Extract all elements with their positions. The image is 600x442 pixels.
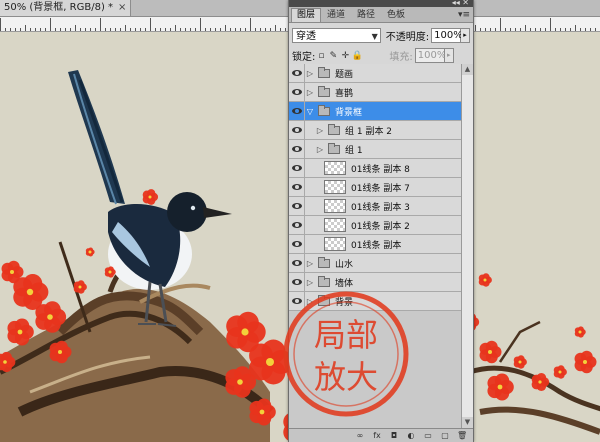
visibility-eye-icon[interactable] [289, 159, 305, 177]
layer-name: 01线条 副本 2 [351, 221, 410, 232]
layer-row[interactable]: ▷ 题画 [289, 64, 461, 83]
blend-opacity-row: 穿透 ▼ 不透明度: 100% ▸ [289, 25, 473, 45]
opacity-input[interactable]: 100% [431, 27, 463, 43]
stamp-seal-graphic: 局部 放大 [283, 291, 409, 417]
expand-triangle-icon[interactable]: ▷ [305, 69, 315, 78]
layer-name: 01线条 副本 3 [351, 202, 410, 213]
layer-row[interactable]: 01线条 副本 8 [289, 159, 461, 178]
trash-icon[interactable]: 🗑 [457, 431, 467, 440]
lock-paint-icon[interactable]: ✎ [327, 51, 339, 61]
layer-name: 背景框 [335, 107, 363, 118]
document-tab[interactable]: 50% (背景框, RGB/8) * × [0, 0, 132, 16]
fill-label: 填充: [389, 51, 413, 63]
layers-scrollbar[interactable]: ▲ ▼ [461, 64, 473, 428]
mask-icon[interactable]: ◘ [389, 431, 399, 440]
expand-triangle-icon[interactable]: ▷ [315, 126, 325, 135]
layer-row[interactable]: 01线条 副本 7 [289, 178, 461, 197]
blend-mode-value: 穿透 [296, 30, 316, 42]
layer-name: 组 1 [345, 145, 363, 156]
tab-layers[interactable]: 图层 [291, 8, 322, 22]
expand-triangle-icon[interactable]: ▷ [305, 88, 315, 97]
tab-channels[interactable]: 通道 [321, 8, 351, 22]
layer-thumbnail[interactable] [324, 218, 346, 232]
visibility-eye-icon[interactable] [289, 102, 305, 120]
layer-name: 喜鹊 [335, 88, 354, 99]
fill-slider-arrow-icon[interactable]: ▸ [444, 47, 454, 63]
chevron-down-icon: ▼ [371, 31, 378, 41]
layer-thumbnail[interactable] [324, 199, 346, 213]
panel-grip-bar[interactable]: ◂◂ ✕ [289, 0, 473, 7]
link-icon[interactable]: ∞ [355, 431, 365, 440]
layer-row[interactable]: 01线条 副本 [289, 235, 461, 254]
tab-swatches[interactable]: 色板 [381, 8, 411, 22]
folder-icon [328, 142, 340, 154]
layer-thumbnail[interactable] [324, 237, 346, 251]
folder-icon [318, 66, 330, 78]
folder-icon [318, 256, 330, 268]
visibility-eye-icon[interactable] [289, 140, 305, 158]
expand-triangle-icon[interactable]: ▷ [315, 145, 325, 154]
layer-row[interactable]: ▷ 组 1 [289, 140, 461, 159]
opacity-label: 不透明度: [385, 31, 430, 43]
lock-move-icon[interactable]: ✛ [339, 51, 351, 61]
lock-label: 锁定: [292, 51, 316, 63]
lock-all-icon[interactable]: 🔒 [351, 51, 363, 61]
layer-thumbnail[interactable] [324, 161, 346, 175]
panel-tabs: 图层 通道 路径 色板 ▾≡ [289, 7, 473, 23]
visibility-eye-icon[interactable] [289, 216, 305, 234]
lock-fill-row: 锁定: ▫ ✎ ✛ 🔒 填充: 100% ▸ [289, 45, 473, 66]
layer-name: 墙体 [335, 278, 354, 289]
visibility-eye-icon[interactable] [289, 178, 305, 196]
layer-row[interactable]: 01线条 副本 3 [289, 197, 461, 216]
visibility-eye-icon[interactable] [289, 254, 305, 272]
layer-row[interactable]: ▽ 背景框 [289, 102, 461, 121]
new-layer-icon[interactable]: ▢ [440, 431, 450, 440]
opacity-slider-arrow-icon[interactable]: ▸ [461, 27, 470, 43]
layer-thumbnail[interactable] [324, 180, 346, 194]
expand-triangle-icon[interactable]: ▷ [305, 259, 315, 268]
zoom-stamp-seal: 局部 放大 [280, 288, 412, 420]
layer-row[interactable]: ▷ 喜鹊 [289, 83, 461, 102]
folder-icon [318, 275, 330, 287]
fx-icon[interactable]: fx [372, 431, 382, 440]
collapse-icon[interactable]: ◂◂ ✕ [452, 0, 469, 8]
layer-row[interactable]: ▷ 组 1 副本 2 [289, 121, 461, 140]
visibility-eye-icon[interactable] [289, 235, 305, 253]
layer-name: 01线条 副本 7 [351, 183, 410, 194]
layer-name: 组 1 副本 2 [345, 126, 393, 137]
folder-icon [318, 104, 330, 116]
adjustment-icon[interactable]: ◐ [406, 431, 416, 440]
layer-name: 题画 [335, 69, 354, 80]
expand-triangle-open-icon[interactable]: ▽ [305, 107, 315, 116]
document-title: 50% (背景框, RGB/8) * [4, 2, 114, 13]
layer-name: 01线条 副本 [351, 240, 402, 251]
visibility-eye-icon[interactable] [289, 197, 305, 215]
visibility-eye-icon[interactable] [289, 83, 305, 101]
expand-triangle-icon[interactable]: ▷ [305, 278, 315, 287]
scroll-up-icon[interactable]: ▲ [462, 64, 473, 75]
folder-icon [318, 85, 330, 97]
layer-name: 山水 [335, 259, 354, 270]
lock-icons: ▫ ✎ ✛ 🔒 [315, 50, 363, 61]
visibility-eye-icon[interactable] [289, 64, 305, 82]
stamp-text-line2: 放大 [314, 358, 378, 396]
tab-paths[interactable]: 路径 [351, 8, 381, 22]
fill-input[interactable]: 100% [414, 47, 446, 63]
layer-row[interactable]: ▷ 山水 [289, 254, 461, 273]
panel-menu-icon[interactable]: ▾≡ [458, 9, 470, 22]
close-icon[interactable]: × [118, 2, 126, 13]
stamp-text-line1: 局部 [314, 316, 378, 354]
lock-transparent-icon[interactable]: ▫ [315, 51, 327, 61]
layer-row[interactable]: 01线条 副本 2 [289, 216, 461, 235]
visibility-eye-icon[interactable] [289, 121, 305, 139]
blend-mode-select[interactable]: 穿透 ▼ [292, 27, 381, 43]
new-group-icon[interactable]: ▭ [423, 431, 433, 440]
folder-icon [328, 123, 340, 135]
layer-name: 01线条 副本 8 [351, 164, 410, 175]
scroll-down-icon[interactable]: ▼ [462, 417, 473, 428]
layers-footer: ∞ fx ◘ ◐ ▭ ▢ 🗑 [289, 428, 473, 442]
